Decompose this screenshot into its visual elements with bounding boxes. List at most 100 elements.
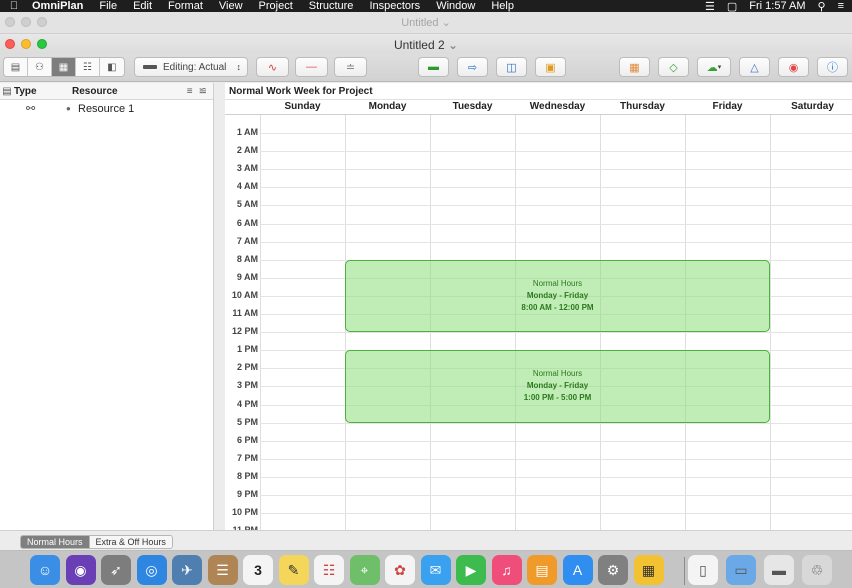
downloads-folder-icon[interactable]: ▭ xyxy=(726,555,756,585)
hour-label: 8 PM xyxy=(236,470,258,481)
block-time: 1:00 PM - 5:00 PM xyxy=(523,393,592,403)
day-header-monday: Monday xyxy=(368,101,407,112)
outdent-button[interactable]: ◫ xyxy=(496,57,527,77)
connect-tasks-button[interactable]: ∿ xyxy=(256,57,289,77)
normal-hours-block[interactable]: Normal Hours Monday - Friday 8:00 AM - 12:… xyxy=(345,259,770,333)
indent-button[interactable]: ⇨ xyxy=(457,57,488,77)
calendar-icon[interactable]: 3 xyxy=(243,555,273,585)
calendar-view-icon[interactable]: ▦ xyxy=(52,58,76,76)
resource-name[interactable]: Resource 1 xyxy=(76,103,134,115)
window-titlebar[interactable]: Untitled 2 ⌄ xyxy=(0,34,852,54)
reminders-icon[interactable]: ☷ xyxy=(314,555,344,585)
type-column-header[interactable]: Type xyxy=(14,86,72,97)
table-icon: ▦ xyxy=(629,61,640,74)
hour-label: 9 PM xyxy=(236,489,258,499)
menu-window[interactable]: Window xyxy=(428,0,483,12)
maps-icon[interactable]: ⌖ xyxy=(349,555,380,585)
trash-icon[interactable]: ♲ xyxy=(802,555,832,585)
siri-icon[interactable]: ◉ xyxy=(65,555,96,585)
baseline-snapshot-button[interactable]: ▣ xyxy=(535,57,566,77)
day-header-saturday: Saturday xyxy=(791,101,834,112)
facetime-icon[interactable]: ▶ xyxy=(456,555,486,585)
grid-hour-line xyxy=(260,205,852,207)
editing-mode-select[interactable]: Editing: Actual ↕ xyxy=(134,57,248,77)
styles-button[interactable]: △ xyxy=(739,57,770,77)
spreadsheet-button[interactable]: ▦ xyxy=(619,57,650,77)
column-options-icon[interactable]: ≡ xyxy=(187,86,193,97)
launchpad-icon[interactable]: ➶ xyxy=(101,555,131,585)
omniplan-icon[interactable]: ▦ xyxy=(633,555,664,585)
outline-options-icon[interactable]: ≌ xyxy=(199,86,207,97)
document-icon[interactable]: ▯ xyxy=(688,555,718,585)
calendar-grid[interactable]: 1 AM 2 AM 3 AM 4 AM 5 AM 6 AM 7 AM 8 AM 9 AM 10 A… xyxy=(225,115,852,530)
hour-label: 8 AM xyxy=(236,253,258,264)
person-icon: ⚯ xyxy=(26,103,36,115)
photos-icon[interactable]: ✿ xyxy=(385,555,415,585)
calendar-view: Normal Work Week for Project Sunday Monda… xyxy=(225,83,852,530)
messages-icon[interactable]: ✉ xyxy=(420,555,451,585)
resource-outline: ▤ Type Resource ≡ ≌ ⚯ ● Resource 1 xyxy=(0,83,214,530)
network-view-icon[interactable]: ☷ xyxy=(76,58,100,76)
publish-button[interactable]: ☁ ▾ xyxy=(697,57,731,77)
notification-center-icon[interactable]: ≡ xyxy=(838,0,844,12)
normal-hours-block[interactable]: Normal Hours Monday - Friday 1:00 PM - 5:0… xyxy=(345,350,770,423)
menu-format[interactable]: Format xyxy=(160,0,211,12)
menu-structure[interactable]: Structure xyxy=(301,0,362,12)
notes-icon[interactable]: ✎ xyxy=(278,555,309,585)
contacts-icon[interactable]: ☰ xyxy=(207,555,238,585)
dashboard-view-icon[interactable]: ◧ xyxy=(100,58,124,76)
add-task-button[interactable]: ▬ xyxy=(418,57,449,77)
menu-file[interactable]: File xyxy=(91,0,125,12)
chevron-down-icon: ⌄ xyxy=(441,17,451,29)
wifi-icon[interactable]: ☰ xyxy=(705,0,715,13)
outline-toggle-icon[interactable]: ▤ xyxy=(0,86,14,97)
disk-icon[interactable]: ▬ xyxy=(764,555,794,585)
photo-slideshow-icon[interactable]: ✈ xyxy=(172,555,202,585)
split-icon: ≐ xyxy=(345,61,356,74)
task-view-icon[interactable]: ▤ xyxy=(4,58,28,76)
hour-label: 6 AM xyxy=(236,217,258,228)
menu-inspectors[interactable]: Inspectors xyxy=(361,0,428,12)
hour-label: 3 PM xyxy=(236,380,258,391)
spotlight-icon[interactable]: ⚲ xyxy=(818,0,826,13)
disconnect-tasks-button[interactable]: — xyxy=(295,57,328,77)
tab-normal-hours[interactable]: Normal Hours xyxy=(21,536,90,548)
safari-icon[interactable]: ◎ xyxy=(136,555,167,585)
level-resources-button[interactable]: ◇ xyxy=(658,57,689,77)
background-window-titlebar[interactable]: Untitled ⌄ xyxy=(0,12,852,34)
ibooks-icon[interactable]: ▤ xyxy=(527,555,557,585)
calendar-title: Normal Work Week for Project xyxy=(229,86,373,97)
editing-mode-label: Editing: Actual xyxy=(163,61,227,73)
menu-edit[interactable]: Edit xyxy=(125,0,160,12)
app-store-icon[interactable]: A xyxy=(562,555,593,585)
itunes-icon[interactable]: ♫ xyxy=(491,555,522,585)
menu-help[interactable]: Help xyxy=(483,0,522,12)
resource-column-header[interactable]: Resource xyxy=(72,86,187,97)
hour-label: 12 PM xyxy=(231,326,258,337)
violations-button[interactable]: ◉ xyxy=(778,57,809,77)
resource-row[interactable]: ⚯ ● Resource 1 xyxy=(0,100,213,117)
toolbar: ▤ ⚇ ▦ ☷ ◧ Editing: Actual ↕ ∿ — ≐ ▬ ⇨ ◫ … xyxy=(0,54,852,82)
grid-hour-line xyxy=(260,241,852,243)
menu-omniplan[interactable]: OmniPlan xyxy=(28,0,91,12)
hour-label: 7 AM xyxy=(236,235,258,246)
baseline-bar-icon xyxy=(143,65,157,69)
hour-label: 10 AM xyxy=(231,289,258,300)
menu-clock[interactable]: Fri 1:57 AM xyxy=(749,0,805,12)
split-task-button[interactable]: ≐ xyxy=(334,57,367,77)
display-icon[interactable]: ▢ xyxy=(727,0,737,13)
system-preferences-icon[interactable]: ⚙ xyxy=(598,555,628,585)
grid-hour-line xyxy=(260,133,852,134)
chevron-down-icon[interactable]: ⌄ xyxy=(448,38,458,52)
styles-icon: △ xyxy=(750,61,759,74)
inspector-button[interactable]: ⓘ xyxy=(817,57,848,77)
menu-view[interactable]: View xyxy=(211,0,251,12)
resource-view-icon[interactable]: ⚇ xyxy=(28,58,52,76)
apple-icon[interactable]:  xyxy=(0,0,28,12)
menu-project[interactable]: Project xyxy=(251,0,301,12)
block-time: 8:00 AM - 12:00 PM xyxy=(521,302,594,312)
day-header-row: Sunday Monday Tuesday Wednesday Thursday Frid… xyxy=(225,99,852,115)
tab-extra-off-hours[interactable]: Extra & Off Hours xyxy=(89,536,172,548)
finder-icon[interactable]: ☺ xyxy=(30,555,60,585)
chevron-down-icon: ▾ xyxy=(717,64,722,71)
